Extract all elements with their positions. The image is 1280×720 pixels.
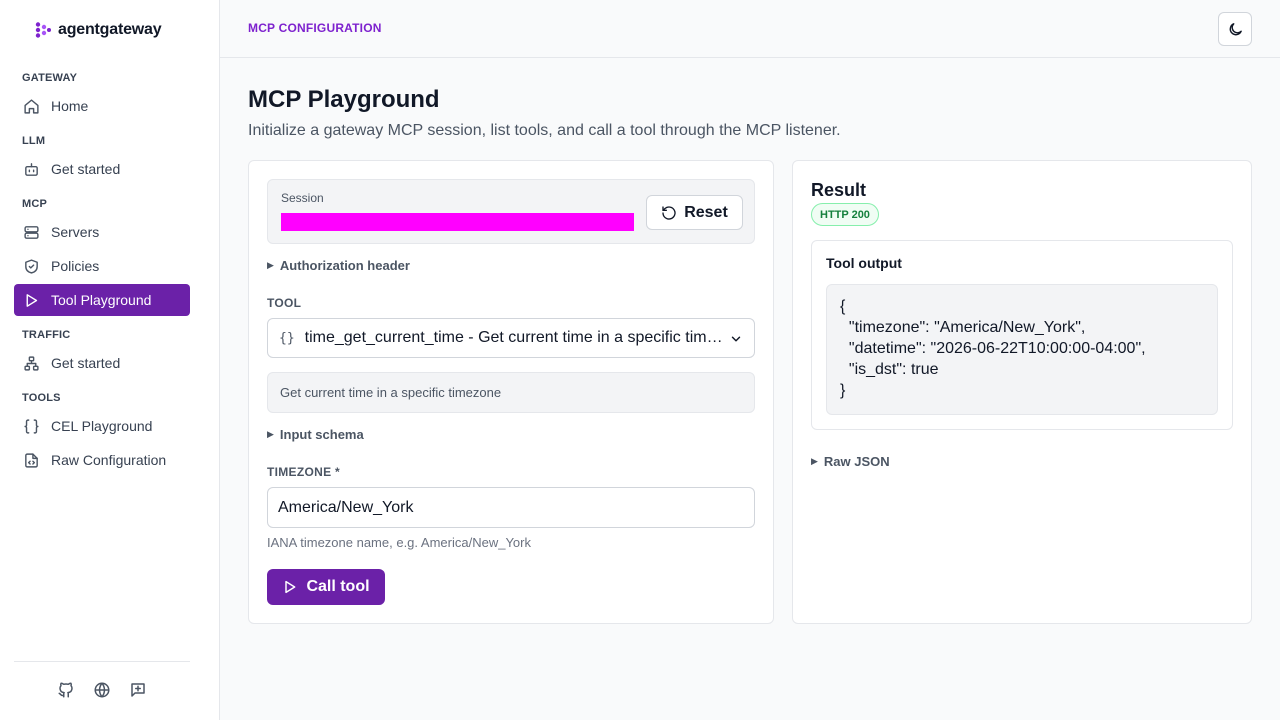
tool-field-label: TOOL	[267, 296, 302, 310]
call-tool-button[interactable]: Call tool	[267, 569, 385, 605]
sidebar-item-home[interactable]: Home	[14, 90, 190, 122]
result-title: Result	[811, 180, 867, 200]
raw-json-toggle[interactable]: ▶ Raw JSON	[811, 454, 890, 469]
tool-description: Get current time in a specific timezone	[267, 372, 755, 413]
brand-name: agentgateway	[58, 21, 162, 38]
network-icon	[24, 355, 39, 371]
timezone-hint: IANA timezone name, e.g. America/New_Yor…	[267, 535, 531, 550]
disclosure-triangle-icon: ▶	[811, 456, 818, 466]
top-bar: MCP CONFIGURATION	[220, 0, 1280, 58]
chevron-down-icon	[731, 336, 741, 342]
agentgateway-logo-icon	[35, 22, 51, 38]
nav-section-llm: LLM	[22, 135, 46, 147]
braces-icon	[24, 418, 39, 434]
theme-toggle-button[interactable]	[1218, 12, 1252, 46]
sidebar-item-label: Raw Configuration	[51, 452, 167, 468]
reset-button-label: Reset	[684, 203, 728, 221]
nav-section-traffic: TRAFFIC	[22, 329, 71, 341]
feedback-icon[interactable]	[129, 681, 147, 699]
session-panel: Session Reset	[267, 179, 755, 244]
nav-section-tools: TOOLS	[22, 392, 61, 404]
sidebar-item-label: Policies	[51, 258, 100, 274]
session-id-redacted	[281, 213, 634, 231]
tool-output-json: { "timezone": "America/New_York", "datet…	[826, 284, 1218, 415]
tool-select[interactable]: {} time_get_current_time - Get current t…	[267, 318, 755, 358]
moon-icon	[1229, 22, 1242, 35]
sidebar: agentgateway GATEWAY Home LLM Get starte…	[0, 0, 220, 720]
tool-output-panel: Tool output { "timezone": "America/New_Y…	[811, 240, 1233, 430]
home-icon	[24, 98, 39, 114]
sidebar-item-tool-playground[interactable]: Tool Playground	[14, 284, 190, 316]
play-icon	[26, 293, 38, 307]
sidebar-divider	[14, 661, 190, 662]
authorization-header-label: Authorization header	[279, 258, 410, 273]
call-tool-button-label: Call tool	[306, 578, 370, 595]
disclosure-triangle-icon: ▶	[267, 429, 274, 439]
reset-button[interactable]: Reset	[646, 195, 743, 230]
rotate-ccw-icon	[662, 205, 676, 220]
brand-logo[interactable]: agentgateway	[34, 21, 162, 39]
file-code-icon	[25, 452, 38, 468]
sidebar-item-policies[interactable]: Policies	[14, 250, 190, 282]
playground-form-card: Session Reset ▶ Authorization header TOO…	[248, 160, 774, 624]
sidebar-item-servers[interactable]: Servers	[14, 216, 190, 248]
page-subtitle: Initialize a gateway MCP session, list t…	[248, 122, 841, 139]
github-icon[interactable]	[57, 681, 75, 699]
tool-output-title: Tool output	[826, 255, 902, 271]
sidebar-item-label: Home	[51, 98, 89, 114]
nav-section-gateway: GATEWAY	[22, 72, 78, 84]
bot-icon	[25, 162, 38, 176]
sidebar-item-label: CEL Playground	[51, 418, 153, 434]
timezone-field-label: TIMEZONE *	[267, 465, 341, 479]
breadcrumb[interactable]: MCP CONFIGURATION	[248, 21, 382, 35]
server-icon	[24, 225, 39, 239]
session-label: Session	[281, 191, 324, 205]
globe-icon[interactable]	[93, 681, 111, 699]
input-schema-label: Input schema	[279, 427, 364, 442]
sidebar-item-label: Servers	[51, 224, 100, 240]
authorization-header-toggle[interactable]: ▶ Authorization header	[267, 258, 410, 273]
sidebar-item-traffic-get-started[interactable]: Get started	[14, 347, 190, 379]
sidebar-item-llm-get-started[interactable]: Get started	[14, 153, 190, 185]
shield-icon	[25, 258, 38, 274]
braces-icon: {}	[279, 330, 295, 346]
play-icon	[285, 580, 296, 594]
nav-section-mcp: MCP	[22, 198, 48, 210]
input-schema-toggle[interactable]: ▶ Input schema	[267, 427, 364, 442]
raw-json-label: Raw JSON	[823, 454, 890, 469]
timezone-input[interactable]	[267, 487, 755, 528]
tool-select-value: time_get_current_time - Get current time…	[304, 329, 725, 346]
sidebar-item-label: Tool Playground	[51, 292, 152, 308]
status-badge: HTTP 200	[811, 203, 879, 226]
disclosure-triangle-icon: ▶	[267, 260, 274, 270]
sidebar-item-cel-playground[interactable]: CEL Playground	[14, 410, 190, 442]
sidebar-item-label: Get started	[51, 161, 121, 177]
sidebar-item-raw-configuration[interactable]: Raw Configuration	[14, 444, 190, 476]
sidebar-item-label: Get started	[51, 355, 121, 371]
result-card: Result HTTP 200 Tool output { "timezone"…	[792, 160, 1252, 624]
page-title: MCP Playground	[248, 86, 440, 113]
